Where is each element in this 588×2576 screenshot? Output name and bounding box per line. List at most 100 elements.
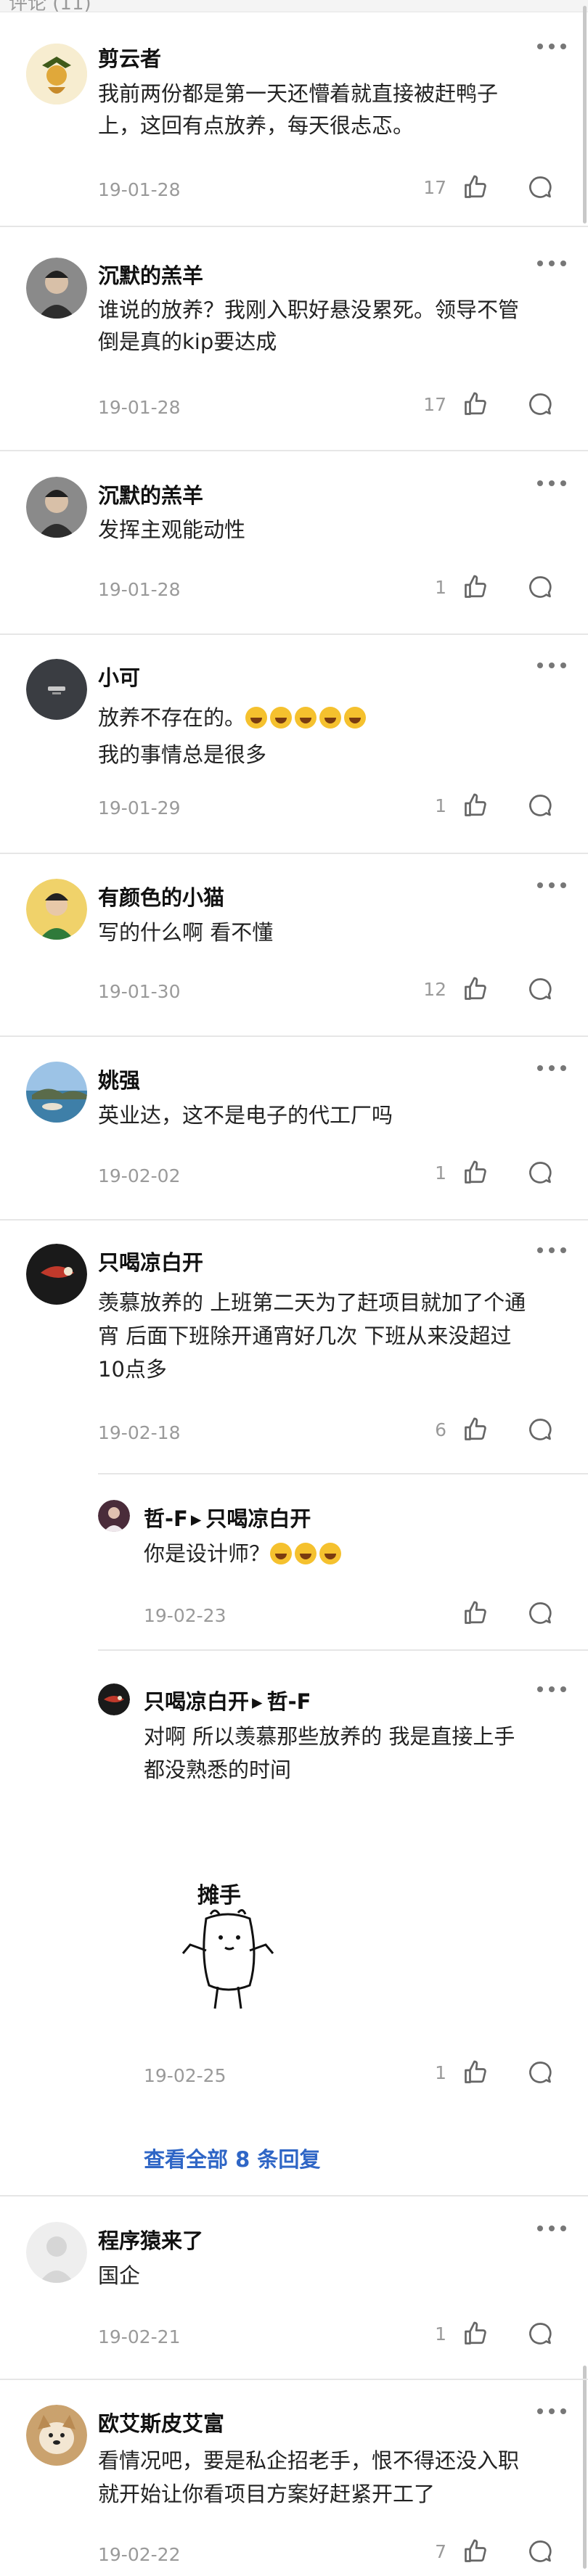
- avatar[interactable]: [98, 1500, 130, 1532]
- username[interactable]: 沉默的羔羊: [98, 479, 203, 509]
- comment-date: 19-02-25: [144, 2065, 226, 2086]
- reply-target[interactable]: 只喝凉白开: [205, 1506, 311, 1531]
- thumbs-up-icon[interactable]: [462, 1416, 489, 1443]
- username[interactable]: 程序猿来了: [98, 2224, 203, 2255]
- reply-author[interactable]: 哲-F: [144, 1506, 188, 1531]
- thumbs-up-icon[interactable]: [462, 2538, 489, 2564]
- comment-text: 你是设计师？: [144, 1541, 271, 1566]
- more-options-icon[interactable]: [536, 1684, 571, 1694]
- like-count: 17: [423, 177, 446, 198]
- avatar[interactable]: [26, 258, 87, 319]
- divider: [0, 853, 588, 854]
- avatar[interactable]: [26, 879, 87, 940]
- like-count: 12: [423, 979, 446, 1000]
- username[interactable]: 小可: [98, 661, 140, 692]
- more-options-icon[interactable]: [536, 660, 571, 670]
- comment-bubble-icon[interactable]: [527, 574, 553, 600]
- more-options-icon[interactable]: [536, 880, 571, 890]
- comment-bubble-icon[interactable]: [527, 1416, 553, 1443]
- comment-text-line: 都没熟悉的时间: [144, 1757, 292, 1782]
- avatar[interactable]: [26, 659, 87, 720]
- view-all-replies-link[interactable]: 查看全部 8 条回复: [144, 2143, 320, 2173]
- partial-header-title: 评论 (11): [9, 0, 91, 12]
- comment-text-line: 发挥主观能动性: [98, 517, 246, 542]
- avatar[interactable]: [26, 1062, 87, 1123]
- username[interactable]: 剪云者: [98, 42, 161, 73]
- comment-date: 19-02-18: [98, 1422, 181, 1443]
- thumbs-up-icon[interactable]: [462, 976, 489, 1002]
- reply-target[interactable]: 哲-F: [267, 1689, 311, 1714]
- more-options-icon[interactable]: [536, 1063, 571, 1073]
- more-options-icon[interactable]: [536, 1245, 571, 1255]
- comment-bubble-icon[interactable]: [527, 391, 553, 417]
- more-options-icon[interactable]: [536, 258, 571, 268]
- divider: [0, 1219, 588, 1221]
- more-options-icon[interactable]: [536, 41, 571, 52]
- thumbs-up-icon[interactable]: [462, 1600, 489, 1626]
- comment-date: 19-02-02: [98, 1165, 181, 1186]
- comment-text-line: 我前两份都是第一天还懵着就直接被赶鸭子: [98, 81, 499, 106]
- comment-bubble-icon[interactable]: [527, 2538, 553, 2564]
- comment-text-line: 谁说的放养？我刚入职好悬没累死。领导不管: [98, 298, 520, 322]
- avatar[interactable]: [26, 1244, 87, 1305]
- thumbs-up-icon[interactable]: [462, 2321, 489, 2347]
- shrug-sticker[interactable]: 摊手: [168, 1878, 277, 2023]
- comment-date: 19-01-28: [98, 397, 181, 418]
- thumbs-up-icon[interactable]: [462, 1160, 489, 1186]
- reply-header: 只喝凉白开 ▸ 哲-F: [144, 1685, 311, 1715]
- laugh-emoji-icon: [245, 705, 369, 730]
- more-options-icon[interactable]: [536, 2223, 571, 2234]
- divider: [0, 450, 588, 451]
- scrollbar-bottom[interactable]: [583, 2366, 587, 2569]
- sticker-label: 摊手: [197, 1883, 241, 1908]
- comment-date: 19-02-21: [98, 2326, 181, 2347]
- username[interactable]: 欧艾斯皮艾富: [98, 2407, 224, 2437]
- reply-divider: [98, 1649, 588, 1651]
- thumbs-up-icon[interactable]: [462, 574, 489, 600]
- avatar[interactable]: [26, 477, 87, 538]
- scrollbar-top[interactable]: [583, 6, 587, 223]
- comment-bubble-icon[interactable]: [527, 2321, 553, 2347]
- thumbs-up-icon[interactable]: [462, 174, 489, 200]
- more-options-icon[interactable]: [536, 2406, 571, 2416]
- comment-bubble-icon[interactable]: [527, 2059, 553, 2085]
- avatar[interactable]: [26, 44, 87, 104]
- like-count: 1: [435, 795, 446, 816]
- comment-text-line: 你是设计师？: [144, 1537, 344, 1570]
- more-options-icon[interactable]: [536, 478, 571, 488]
- username[interactable]: 只喝凉白开: [98, 1246, 203, 1276]
- laugh-emoji-icon: [270, 1541, 344, 1566]
- thumbs-up-icon[interactable]: [462, 2059, 489, 2085]
- comment-bubble-icon[interactable]: [527, 1600, 553, 1626]
- username[interactable]: 沉默的羔羊: [98, 259, 203, 290]
- like-count: 6: [435, 1419, 446, 1440]
- reply-author[interactable]: 只喝凉白开: [144, 1689, 249, 1714]
- divider: [0, 1035, 588, 1037]
- divider: [0, 633, 588, 635]
- like-count: 1: [435, 2062, 446, 2083]
- thumbs-up-icon[interactable]: [462, 792, 489, 819]
- comment-date: 19-01-28: [98, 579, 181, 600]
- avatar[interactable]: [26, 2405, 87, 2466]
- comment-bubble-icon[interactable]: [527, 976, 553, 1002]
- divider: [0, 226, 588, 227]
- like-count: 1: [435, 2323, 446, 2345]
- avatar[interactable]: [98, 1683, 130, 1715]
- like-count: 1: [435, 1162, 446, 1184]
- comment-text-line: 写的什么啊 看不懂: [98, 920, 274, 945]
- thumbs-up-icon[interactable]: [462, 391, 489, 417]
- comment-text-line: 国企: [98, 2263, 141, 2288]
- username[interactable]: 有颜色的小猫: [98, 881, 224, 911]
- like-count: 17: [423, 394, 446, 415]
- comment-date: 19-02-22: [98, 2544, 181, 2565]
- comment-bubble-icon[interactable]: [527, 1160, 553, 1186]
- reply-header: 哲-F ▸ 只喝凉白开: [144, 1502, 311, 1533]
- username[interactable]: 姚强: [98, 1064, 140, 1094]
- comment-text-line: 放养不存在的。: [98, 701, 369, 734]
- avatar[interactable]: [26, 2222, 87, 2283]
- comment-date: 19-02-23: [144, 1605, 226, 1626]
- comment-bubble-icon[interactable]: [527, 174, 553, 200]
- reply-arrow-icon: ▸: [190, 1506, 202, 1531]
- comment-date: 19-01-29: [98, 797, 181, 819]
- comment-bubble-icon[interactable]: [527, 792, 553, 819]
